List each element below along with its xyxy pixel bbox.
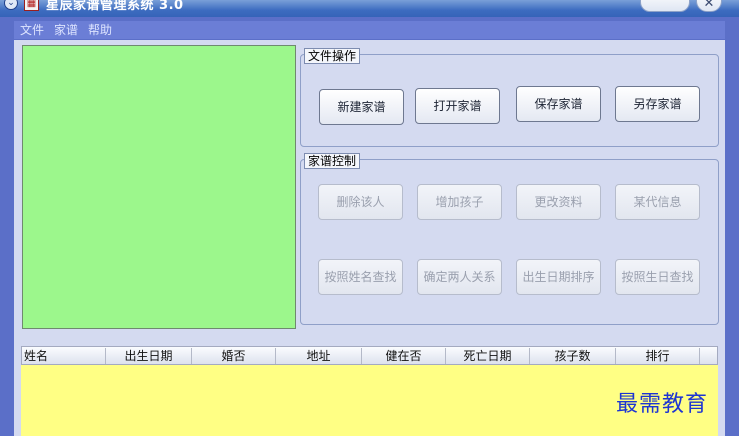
column-header-rank[interactable]: 排行 xyxy=(616,348,700,364)
person-list[interactable] xyxy=(21,365,718,436)
column-header-birth-date[interactable]: 出生日期 xyxy=(106,348,192,364)
save-as-family-tree-button[interactable]: 另存家谱 xyxy=(615,86,700,122)
menu-bar: 文件 家谱 帮助 xyxy=(14,21,725,39)
column-header-child-count[interactable]: 孩子数 xyxy=(530,348,616,364)
open-family-tree-button[interactable]: 打开家谱 xyxy=(415,88,500,124)
title-bar[interactable]: ⌄ ▦ 星辰家谱管理系统 3.0 ✕ xyxy=(0,0,739,17)
save-family-tree-button[interactable]: 保存家谱 xyxy=(516,86,601,122)
table-header: 姓名 出生日期 婚否 地址 健在否 死亡日期 孩子数 排行 xyxy=(21,346,718,365)
search-by-name-button[interactable]: 按照姓名查找 xyxy=(318,259,403,295)
delete-person-button[interactable]: 删除该人 xyxy=(318,184,403,220)
app-icon: ▦ xyxy=(24,0,39,11)
menu-family-tree[interactable]: 家谱 xyxy=(54,23,78,37)
file-operations-title: 文件操作 xyxy=(304,48,361,64)
family-tree-panel[interactable] xyxy=(22,45,296,329)
search-by-birthday-button[interactable]: 按照生日查找 xyxy=(615,259,700,295)
column-header-name[interactable]: 姓名 xyxy=(22,348,106,364)
edit-info-button[interactable]: 更改资料 xyxy=(516,184,601,220)
new-family-tree-button[interactable]: 新建家谱 xyxy=(319,89,404,125)
window-title: 星辰家谱管理系统 3.0 xyxy=(46,0,184,13)
generation-info-button[interactable]: 某代信息 xyxy=(615,184,700,220)
window-control-buttons[interactable] xyxy=(640,0,690,12)
close-icon[interactable]: ✕ xyxy=(696,0,722,12)
determine-relation-button[interactable]: 确定两人关系 xyxy=(417,259,502,295)
menu-help[interactable]: 帮助 xyxy=(88,23,112,37)
sort-by-birthdate-button[interactable]: 出生日期排序 xyxy=(516,259,601,295)
system-menu-icon[interactable]: ⌄ xyxy=(4,0,18,10)
menu-file[interactable]: 文件 xyxy=(20,23,44,37)
watermark-text: 最需教育 xyxy=(616,392,709,417)
column-header-address[interactable]: 地址 xyxy=(276,348,362,364)
column-header-death-date[interactable]: 死亡日期 xyxy=(446,348,530,364)
family-tree-control-title: 家谱控制 xyxy=(304,153,361,169)
add-child-button[interactable]: 增加孩子 xyxy=(417,184,502,220)
column-header-married[interactable]: 婚否 xyxy=(192,348,276,364)
column-header-alive[interactable]: 健在否 xyxy=(362,348,446,364)
